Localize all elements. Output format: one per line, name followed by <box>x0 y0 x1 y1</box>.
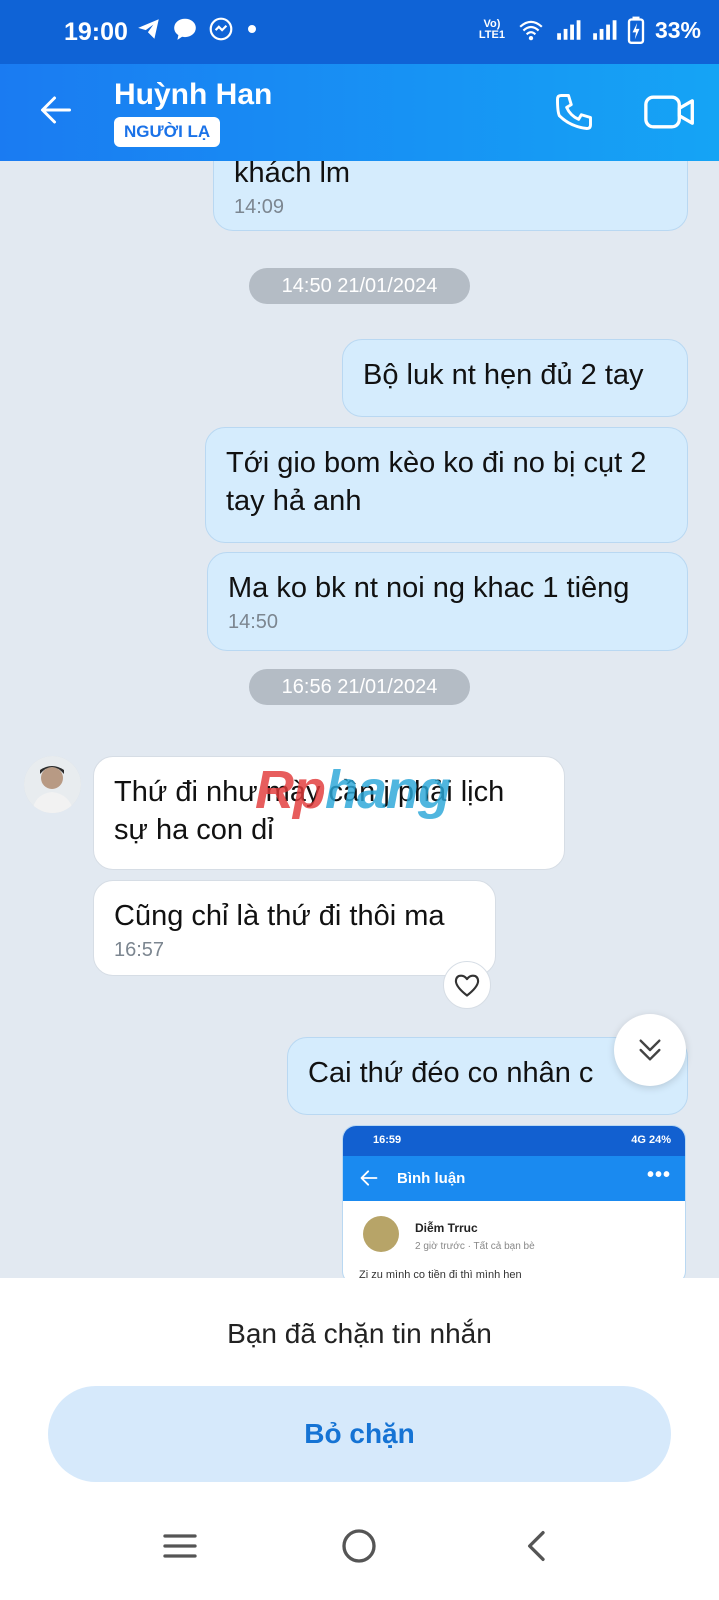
system-icons: Vo) LTE1 33% <box>477 16 701 44</box>
menu-icon[interactable] <box>160 1526 200 1566</box>
react-heart-button[interactable] <box>443 961 491 1009</box>
message-text: Cai thứ đéo co nhân c <box>308 1057 594 1089</box>
home-icon[interactable] <box>339 1526 379 1566</box>
volte-indicator: Vo) LTE1 <box>478 18 505 41</box>
blocked-panel: Bạn đã chặn tin nhắn Bỏ chặn <box>0 1278 719 1600</box>
status-time: 19:00 <box>64 18 128 46</box>
dot-icon <box>248 25 256 33</box>
shot-header: Bình luận ••• <box>343 1156 685 1201</box>
battery-charging-icon <box>627 16 645 44</box>
avatar-photo-icon <box>24 756 81 813</box>
contact-avatar[interactable] <box>24 756 81 813</box>
back-arrow-icon[interactable] <box>38 92 74 128</box>
message-text: Cũng chỉ là thứ đi thôi ma <box>114 900 445 932</box>
unblock-button[interactable]: Bỏ chặn <box>48 1386 671 1482</box>
message-list[interactable]: khách lm 14:09 14:50 21/01/2024 Bộ luk n… <box>0 161 719 1278</box>
stranger-badge: NGƯỜI LẠ <box>114 117 221 147</box>
chat-header: Huỳnh Han NGƯỜI LẠ <box>0 64 719 161</box>
blocked-notice: Bạn đã chặn tin nhắn <box>227 1318 492 1349</box>
wifi-icon <box>519 20 543 41</box>
back-arrow-icon <box>360 1170 378 1186</box>
message-time: 16:57 <box>114 939 165 961</box>
date-separator: 14:50 21/01/2024 <box>249 268 470 304</box>
message-bubble[interactable]: Cũng chỉ là thứ đi thôi ma 16:57 <box>93 880 496 976</box>
message-text: Bộ luk nt hẹn đủ 2 tay <box>363 359 644 391</box>
message-text: Tới gio bom kèo ko đi no bị cụt 2 tay hả… <box>226 447 647 517</box>
more-icon: ••• <box>646 1164 671 1186</box>
telegram-icon <box>138 19 159 39</box>
message-time: 14:09 <box>234 196 285 218</box>
shot-status-bar: 16:59 4G 24% <box>343 1126 685 1156</box>
message-bubble[interactable]: Tới gio bom kèo ko đi no bị cụt 2 tay hả… <box>205 427 688 543</box>
heart-icon <box>454 974 480 997</box>
shared-image-message[interactable]: 16:59 4G 24% Bình luận ••• Diễm Trruc 2 … <box>342 1125 686 1278</box>
shot-body: Diễm Trruc 2 giờ trước · Tất cả bạn bè Z… <box>343 1201 685 1278</box>
date-separator: 16:56 21/01/2024 <box>249 669 470 705</box>
battery-percent: 33% <box>654 16 701 43</box>
double-chevron-down-icon <box>639 1039 661 1061</box>
signal-icon <box>557 20 581 40</box>
message-text: khách lm <box>234 161 351 189</box>
contact-name[interactable]: Huỳnh Han <box>114 78 272 112</box>
status-bar: 19:00 Vo) LTE1 33% <box>0 0 719 64</box>
message-bubble[interactable]: Ma ko bk nt noi ng khac 1 tiêng 14:50 <box>207 552 688 651</box>
system-nav-bar <box>0 1498 719 1600</box>
poster-avatar <box>363 1216 399 1252</box>
message-bubble[interactable]: Bộ luk nt hẹn đủ 2 tay <box>342 339 688 417</box>
notification-icons <box>136 16 260 42</box>
message-bubble[interactable]: khách lm 14:09 <box>213 161 688 231</box>
video-call-icon[interactable] <box>644 92 696 132</box>
scroll-to-bottom-button[interactable] <box>614 1014 686 1086</box>
back-icon[interactable] <box>518 1526 558 1566</box>
chat-circle-icon <box>209 17 233 41</box>
phone-call-icon[interactable] <box>552 90 596 134</box>
signal-icon-2 <box>593 20 617 40</box>
message-time: 14:50 <box>228 611 279 633</box>
watermark-logo: Rphang <box>255 760 451 820</box>
message-text: Ma ko bk nt noi ng khac 1 tiêng <box>228 572 630 604</box>
messenger-icon <box>174 18 196 40</box>
